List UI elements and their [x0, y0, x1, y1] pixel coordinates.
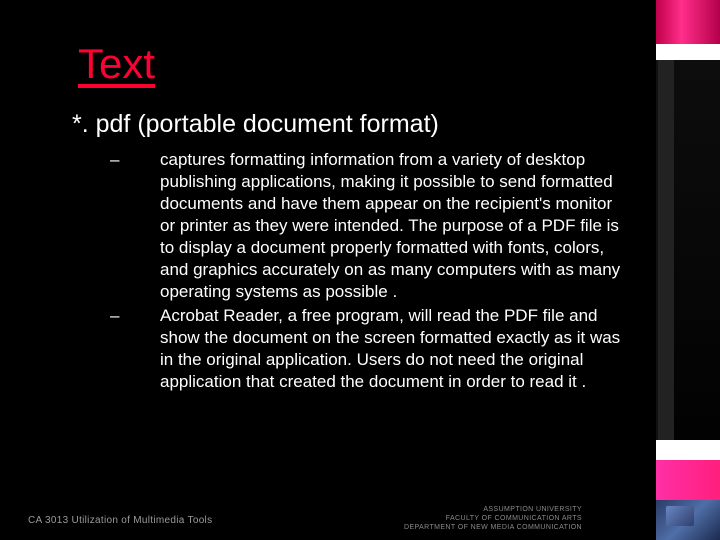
- footer-line: ASSUMPTION UNIVERSITY: [404, 505, 582, 514]
- slide-title: Text: [78, 40, 660, 88]
- decorative-ribbon: [656, 0, 720, 540]
- ribbon-segment: [656, 44, 720, 60]
- slide-subheading: *. pdf (portable document format): [72, 110, 660, 139]
- footer-line: DEPARTMENT OF NEW MEDIA COMMUNICATION: [404, 523, 582, 532]
- ribbon-segment: [656, 60, 674, 440]
- footer-line: FACULTY OF COMMUNICATION ARTS: [404, 514, 582, 523]
- footer-affiliation: ASSUMPTION UNIVERSITY FACULTY OF COMMUNI…: [404, 505, 582, 532]
- bullet-text: Acrobat Reader, a free program, will rea…: [160, 305, 630, 393]
- bullet-list: – captures formatting information from a…: [100, 149, 660, 393]
- ribbon-segment: [656, 440, 720, 460]
- list-item: – captures formatting information from a…: [100, 149, 660, 303]
- bullet-dash: –: [100, 305, 160, 327]
- ribbon-segment: [674, 60, 720, 440]
- ribbon-segment: [656, 0, 720, 44]
- ribbon-device-icon: [656, 500, 720, 540]
- bullet-text: captures formatting information from a v…: [160, 149, 630, 303]
- footer-course-code: CA 3013 Utilization of Multimedia Tools: [28, 515, 212, 526]
- bullet-dash: –: [100, 149, 160, 171]
- slide: Text *. pdf (portable document format) –…: [0, 0, 660, 540]
- ribbon-segment: [656, 460, 720, 500]
- list-item: – Acrobat Reader, a free program, will r…: [100, 305, 660, 393]
